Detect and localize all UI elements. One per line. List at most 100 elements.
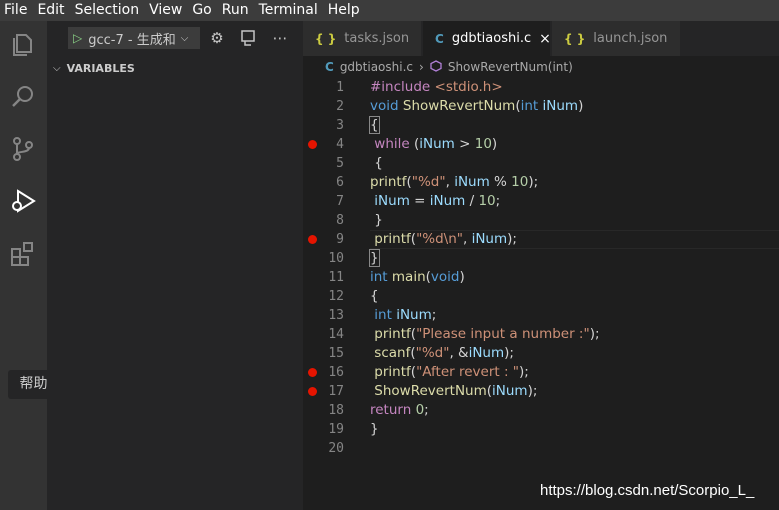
code-line[interactable]: 14 printf("Please input a number :"); bbox=[303, 325, 779, 344]
code-line[interactable]: 7 iNum = iNum / 10; bbox=[303, 192, 779, 211]
line-number: 20 bbox=[328, 441, 344, 456]
menu-bar: File Edit Selection View Go Run Terminal… bbox=[0, 0, 779, 21]
menu-view[interactable]: View bbox=[144, 0, 187, 21]
code-line[interactable]: 16 printf("After revert : "); bbox=[303, 363, 779, 382]
code-line[interactable]: 15 scanf("%d", &iNum); bbox=[303, 344, 779, 363]
code-line[interactable]: 18 return 0; bbox=[303, 401, 779, 420]
line-number: 7 bbox=[336, 194, 344, 209]
breadcrumb: C gdbtiaoshi.c › ShowRevertNum(int) bbox=[303, 56, 779, 78]
code-line[interactable]: 1 #include <stdio.h> bbox=[303, 78, 779, 97]
tab-launch-json[interactable]: { } launch.json bbox=[552, 21, 680, 56]
line-number: 11 bbox=[328, 270, 344, 285]
line-number: 14 bbox=[328, 327, 344, 342]
code-text: ShowRevertNum(iNum); bbox=[374, 383, 538, 399]
tab-gdbtiaoshi-c[interactable]: C gdbtiaoshi.c × bbox=[423, 21, 551, 56]
section-title: VARIABLES bbox=[66, 61, 135, 75]
extensions-icon[interactable] bbox=[8, 238, 38, 268]
line-number: 19 bbox=[328, 422, 344, 437]
line-number: 18 bbox=[328, 403, 344, 418]
code-text: { bbox=[370, 155, 383, 171]
code-text: { bbox=[370, 288, 379, 304]
variables-section-header[interactable]: ⌵ VARIABLES bbox=[47, 57, 303, 79]
code-line[interactable]: 12 { bbox=[303, 287, 779, 306]
line-number: 12 bbox=[328, 289, 344, 304]
line-number: 5 bbox=[336, 156, 344, 171]
explorer-icon[interactable] bbox=[8, 30, 38, 60]
c-file-icon: C bbox=[325, 60, 334, 74]
gear-icon[interactable]: ⚙ bbox=[208, 29, 226, 47]
menu-file[interactable]: File bbox=[0, 0, 32, 21]
code-line[interactable]: 9 printf("%d\n", iNum); bbox=[303, 230, 779, 249]
line-number: 8 bbox=[336, 213, 344, 228]
tab-label: launch.json bbox=[593, 31, 668, 46]
menu-run[interactable]: Run bbox=[217, 0, 254, 21]
line-number: 6 bbox=[336, 175, 344, 190]
breadcrumb-separator: › bbox=[419, 60, 424, 74]
code-text: printf("Please input a number :"); bbox=[374, 326, 600, 342]
json-file-icon: { } bbox=[564, 31, 586, 46]
tab-label: tasks.json bbox=[344, 31, 410, 46]
code-line[interactable]: 8 } bbox=[303, 211, 779, 230]
menu-edit[interactable]: Edit bbox=[32, 0, 69, 21]
watermark: https://blog.csdn.net/Scorpio_L_ bbox=[540, 482, 755, 499]
json-file-icon: { } bbox=[315, 31, 337, 46]
source-control-icon[interactable] bbox=[8, 134, 38, 164]
code-text: int iNum; bbox=[374, 307, 437, 323]
menu-go[interactable]: Go bbox=[187, 0, 216, 21]
start-debugging-icon[interactable]: ▷ bbox=[73, 31, 82, 45]
code-line[interactable]: 19} bbox=[303, 420, 779, 439]
line-number: 1 bbox=[336, 80, 344, 95]
chevron-down-icon: ⌵ bbox=[53, 62, 61, 74]
line-number: 10 bbox=[328, 251, 344, 266]
code-line[interactable]: 4 while (iNum > 10) bbox=[303, 135, 779, 154]
code-text: iNum = iNum / 10; bbox=[374, 193, 501, 209]
code-text: while (iNum > 10) bbox=[374, 136, 498, 152]
menu-help[interactable]: Help bbox=[323, 0, 365, 21]
line-number: 9 bbox=[336, 232, 344, 247]
activity-bar bbox=[0, 21, 47, 510]
breadcrumb-symbol[interactable]: ShowRevertNum(int) bbox=[448, 60, 573, 74]
chevron-down-icon: ⌵ bbox=[180, 32, 189, 44]
code-text: printf("%d", iNum % 10); bbox=[370, 174, 539, 190]
search-icon[interactable] bbox=[8, 82, 38, 112]
c-file-icon: C bbox=[435, 31, 444, 46]
code-line[interactable]: 13 int iNum; bbox=[303, 306, 779, 325]
line-number: 3 bbox=[336, 118, 344, 133]
close-icon[interactable]: × bbox=[539, 31, 551, 47]
code-text: } bbox=[370, 421, 379, 437]
breadcrumb-file[interactable]: gdbtiaoshi.c bbox=[340, 60, 413, 74]
line-number: 17 bbox=[328, 384, 344, 399]
code-line[interactable]: 2 void ShowRevertNum(int iNum) bbox=[303, 97, 779, 116]
code-text: printf("%d\n", iNum); bbox=[374, 231, 517, 247]
line-number: 13 bbox=[328, 308, 344, 323]
more-icon[interactable]: ⋯ bbox=[271, 29, 289, 47]
code-editor[interactable]: 1 #include <stdio.h> 2 void ShowRevertNum(i… bbox=[303, 78, 779, 510]
line-number: 16 bbox=[328, 365, 344, 380]
code-text: printf("After revert : "); bbox=[374, 364, 529, 380]
code-line[interactable]: 10} bbox=[303, 249, 779, 268]
debug-toolbar: ▷ gcc-7 - 生成和 ⌵ ⚙ ⋯ bbox=[47, 21, 303, 56]
code-text: void ShowRevertNum(int iNum) bbox=[370, 98, 584, 114]
code-line[interactable]: 3{ bbox=[303, 116, 779, 135]
line-number: 4 bbox=[336, 137, 344, 152]
code-text: scanf("%d", &iNum); bbox=[374, 345, 514, 361]
code-line[interactable]: 17 ShowRevertNum(iNum); bbox=[303, 382, 779, 401]
code-line[interactable]: 20 bbox=[303, 439, 779, 458]
code-text: } bbox=[369, 249, 380, 267]
code-text: { bbox=[369, 116, 380, 134]
debug-console-icon[interactable] bbox=[239, 29, 257, 47]
debug-config-label: gcc-7 - 生成和 bbox=[88, 32, 176, 48]
tab-tasks-json[interactable]: { } tasks.json bbox=[303, 21, 421, 56]
menu-selection[interactable]: Selection bbox=[70, 0, 145, 21]
line-number: 15 bbox=[328, 346, 344, 361]
code-line[interactable]: 11 int main(void) bbox=[303, 268, 779, 287]
debug-config-select[interactable]: ▷ gcc-7 - 生成和 ⌵ bbox=[68, 27, 200, 49]
line-number: 2 bbox=[336, 99, 344, 114]
code-text: int main(void) bbox=[370, 269, 465, 285]
tab-label: gdbtiaoshi.c bbox=[451, 31, 532, 46]
code-line[interactable]: 5 { bbox=[303, 154, 779, 173]
tab-bar: { } tasks.json C gdbtiaoshi.c × { } laun… bbox=[303, 21, 779, 56]
code-line[interactable]: 6 printf("%d", iNum % 10); bbox=[303, 173, 779, 192]
run-debug-icon[interactable] bbox=[8, 186, 38, 216]
menu-terminal[interactable]: Terminal bbox=[254, 0, 323, 21]
